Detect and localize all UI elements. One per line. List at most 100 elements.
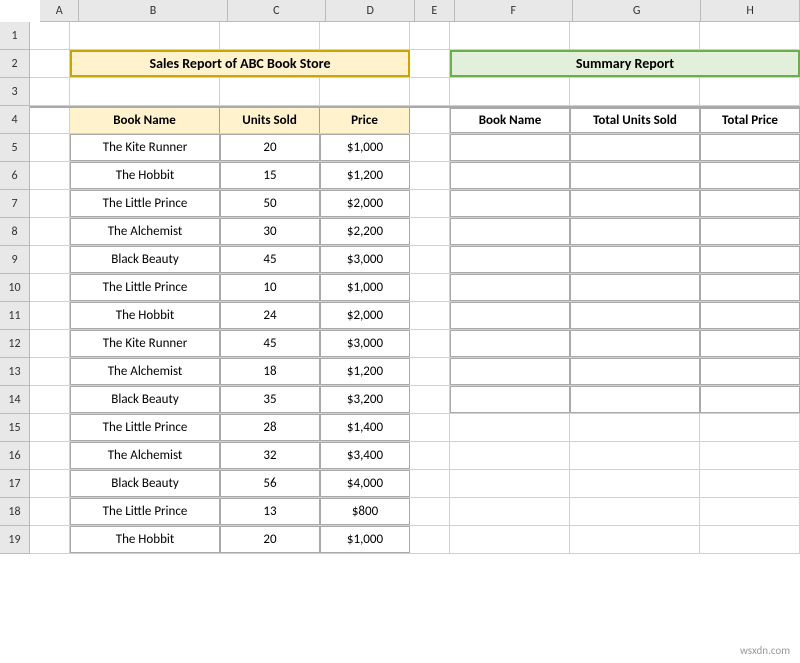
table-row: The Little Prince 28 $1,400 xyxy=(30,414,800,442)
units-sold-17: 56 xyxy=(220,470,320,497)
table-row: Sales Report of ABC Book Store Summary R… xyxy=(30,50,800,78)
cell-15e xyxy=(410,414,450,441)
col-header-h: H xyxy=(701,0,800,21)
row-num-10: 10 xyxy=(0,274,29,302)
header-units-sold: Units Sold xyxy=(220,108,320,133)
summary-h6 xyxy=(700,162,800,189)
summary-h12 xyxy=(700,330,800,357)
table-row: The Alchemist 30 $2,200 xyxy=(30,218,800,246)
book-name-8: The Alchemist xyxy=(70,218,220,245)
summary-g19 xyxy=(570,526,700,553)
header-book-name: Book Name xyxy=(70,108,220,133)
cell-1b xyxy=(70,22,220,49)
row-num-16: 16 xyxy=(0,442,29,470)
price-14: $3,200 xyxy=(320,386,410,413)
table-row: The Kite Runner 45 $3,000 xyxy=(30,330,800,358)
table-row: The Little Prince 13 $800 xyxy=(30,498,800,526)
book-name-6: The Hobbit xyxy=(70,162,220,189)
cell-3g xyxy=(570,78,700,105)
summary-f13 xyxy=(450,358,570,385)
cell-3a xyxy=(30,78,70,105)
cell-12a xyxy=(30,330,70,357)
cell-19a xyxy=(30,526,70,553)
summary-h5 xyxy=(700,134,800,161)
cell-3f xyxy=(450,78,570,105)
cell-13e xyxy=(410,358,450,385)
summary-h14 xyxy=(700,386,800,413)
cell-1a xyxy=(30,22,70,49)
summary-f10 xyxy=(450,274,570,301)
header-price: Price xyxy=(320,108,410,133)
price-17: $4,000 xyxy=(320,470,410,497)
cell-3c xyxy=(220,78,320,105)
table-row: The Alchemist 18 $1,200 xyxy=(30,358,800,386)
col-header-a: A xyxy=(40,0,79,21)
row-num-12: 12 xyxy=(0,330,29,358)
summary-g10 xyxy=(570,274,700,301)
summary-h18 xyxy=(700,498,800,525)
cell-16e xyxy=(410,442,450,469)
header-summary-book-name: Book Name xyxy=(450,108,570,133)
price-15: $1,400 xyxy=(320,414,410,441)
cell-9e xyxy=(410,246,450,273)
units-sold-15: 28 xyxy=(220,414,320,441)
units-sold-19: 20 xyxy=(220,526,320,553)
table-row: The Little Prince 10 $1,000 xyxy=(30,274,800,302)
units-sold-7: 50 xyxy=(220,190,320,217)
summary-h15 xyxy=(700,414,800,441)
summary-g5 xyxy=(570,134,700,161)
cell-8e xyxy=(410,218,450,245)
cell-16a xyxy=(30,442,70,469)
cell-3e xyxy=(410,78,450,105)
col-header-d: D xyxy=(326,0,415,21)
price-19: $1,000 xyxy=(320,526,410,553)
summary-h9 xyxy=(700,246,800,273)
book-name-13: The Alchemist xyxy=(70,358,220,385)
summary-f18 xyxy=(450,498,570,525)
cell-2e xyxy=(410,50,450,77)
summary-h13 xyxy=(700,358,800,385)
cell-11e xyxy=(410,302,450,329)
row-num-4: 4 xyxy=(0,106,29,134)
price-11: $2,000 xyxy=(320,302,410,329)
spreadsheet: A B C D E F G H 1 2 3 4 5 6 7 8 9 10 11 … xyxy=(0,0,800,663)
summary-g7 xyxy=(570,190,700,217)
row-num-2: 2 xyxy=(0,50,29,78)
summary-g16 xyxy=(570,442,700,469)
summary-g17 xyxy=(570,470,700,497)
row-num-19: 19 xyxy=(0,526,29,554)
book-name-7: The Little Prince xyxy=(70,190,220,217)
row-num-5: 5 xyxy=(0,134,29,162)
summary-h17 xyxy=(700,470,800,497)
summary-f14 xyxy=(450,386,570,413)
book-name-9: Black Beauty xyxy=(70,246,220,273)
summary-f8 xyxy=(450,218,570,245)
summary-g11 xyxy=(570,302,700,329)
cell-1c xyxy=(220,22,320,49)
summary-g18 xyxy=(570,498,700,525)
row-num-15: 15 xyxy=(0,414,29,442)
cell-17a xyxy=(30,470,70,497)
row-num-3: 3 xyxy=(0,78,29,106)
price-18: $800 xyxy=(320,498,410,525)
grid-content: Sales Report of ABC Book Store Summary R… xyxy=(30,22,800,554)
table-row: Black Beauty 35 $3,200 xyxy=(30,386,800,414)
cell-7e xyxy=(410,190,450,217)
cell-18a xyxy=(30,498,70,525)
units-sold-10: 10 xyxy=(220,274,320,301)
watermark: wsxdn.com xyxy=(740,644,790,657)
price-8: $2,200 xyxy=(320,218,410,245)
cell-14e xyxy=(410,386,450,413)
cell-1d xyxy=(320,22,410,49)
summary-f17 xyxy=(450,470,570,497)
cell-5e xyxy=(410,134,450,161)
summary-title: Summary Report xyxy=(450,50,800,77)
table-row: Black Beauty 56 $4,000 xyxy=(30,470,800,498)
cell-14a xyxy=(30,386,70,413)
row-num-14: 14 xyxy=(0,386,29,414)
book-name-10: The Little Prince xyxy=(70,274,220,301)
summary-f15 xyxy=(450,414,570,441)
summary-h16 xyxy=(700,442,800,469)
summary-f6 xyxy=(450,162,570,189)
cell-4a xyxy=(30,108,70,133)
